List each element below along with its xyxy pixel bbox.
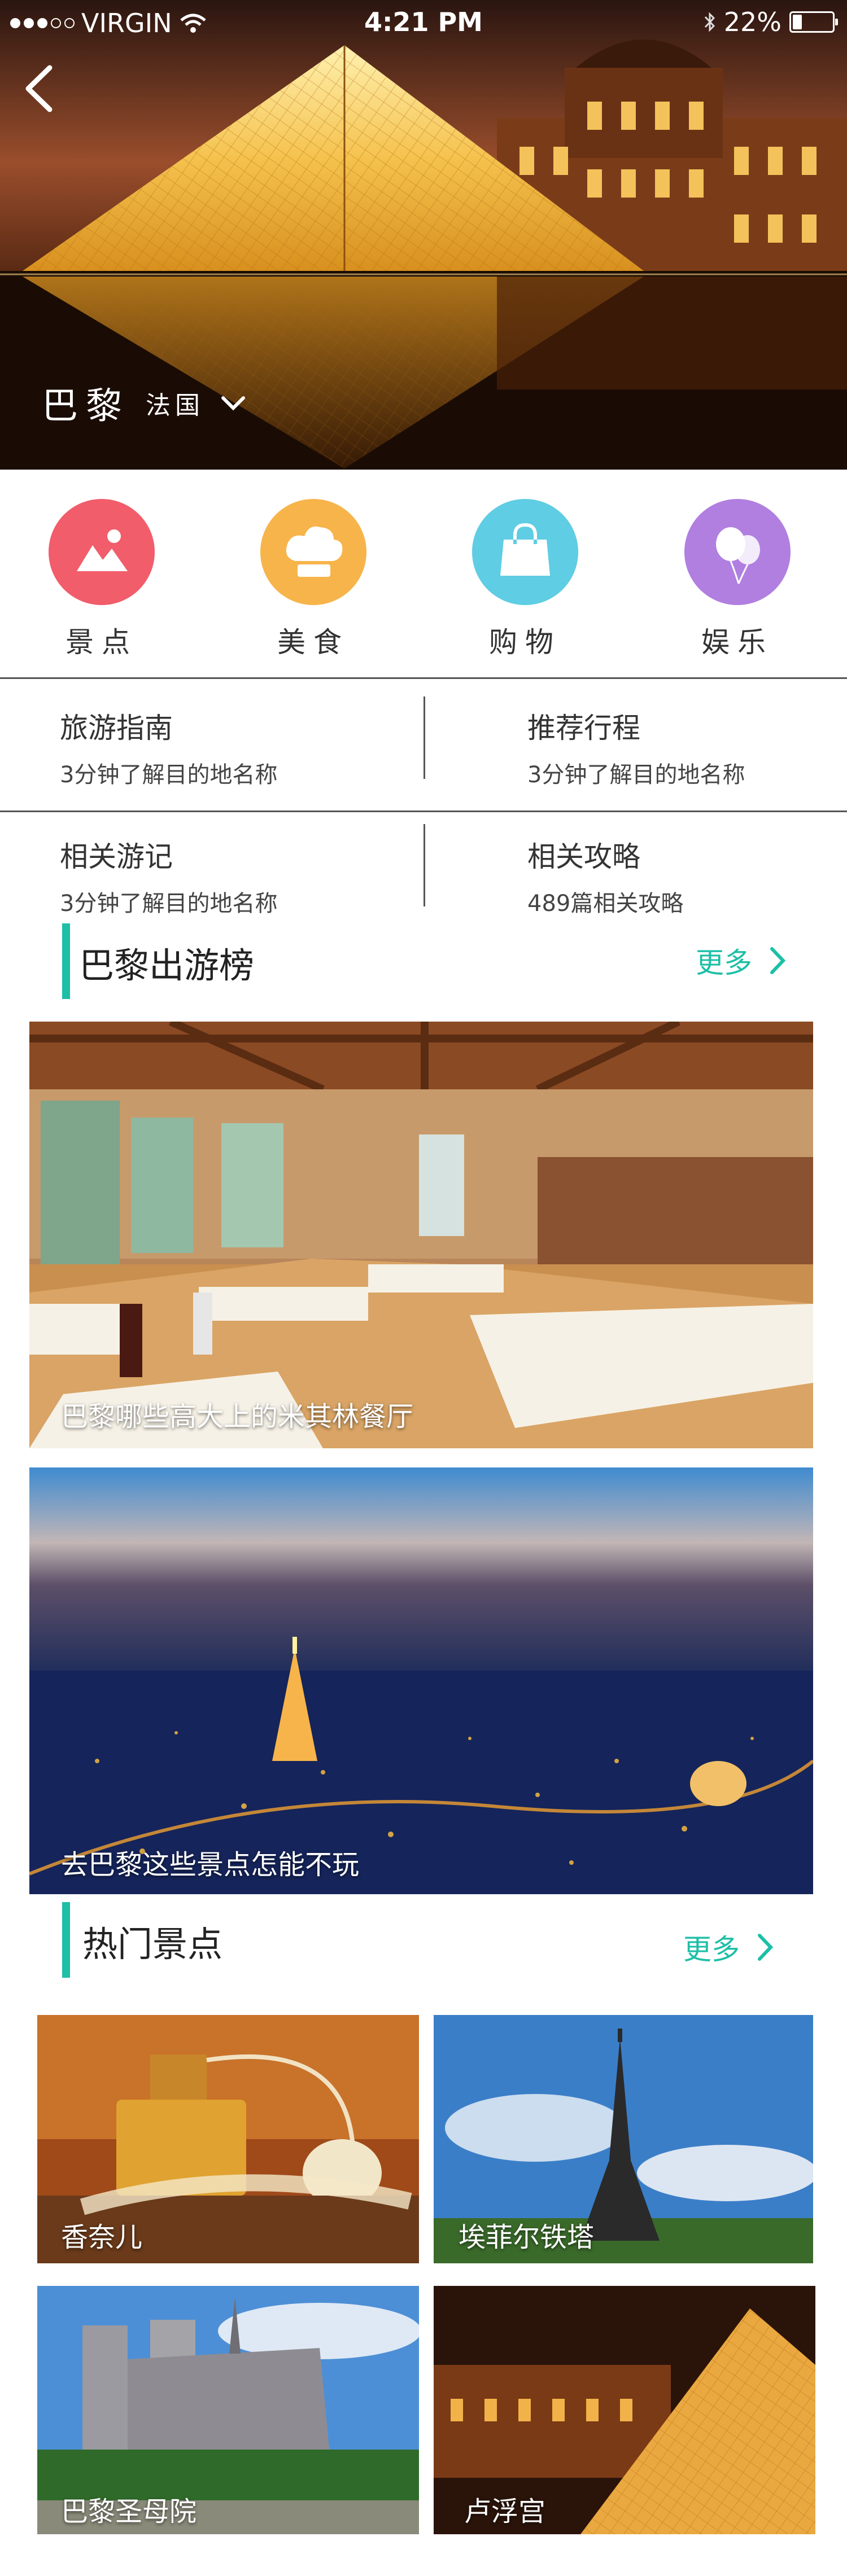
category-label: 美食	[277, 626, 350, 659]
back-arrow-icon[interactable]	[20, 63, 60, 114]
chevron-right-icon	[758, 1934, 774, 1961]
hot-more-link[interactable]: 更多	[683, 1927, 774, 1968]
card-caption: 香奈儿	[61, 2222, 143, 2253]
balloon-icon	[684, 499, 791, 605]
info-subtitle: 489篇相关攻略	[527, 891, 684, 917]
info-title: 相关攻略	[527, 840, 640, 873]
chef-hat-icon	[260, 499, 366, 605]
battery-percent: 22%	[723, 7, 781, 37]
hot-card-louvre[interactable]: 卢浮宫	[434, 2286, 815, 2534]
category-food[interactable]: 美食	[251, 499, 376, 660]
info-recommended-itinerary[interactable]: 推荐行程 3分钟了解目的地名称	[527, 706, 745, 789]
category-label: 景点	[66, 626, 138, 659]
section-title: 巴黎出游榜	[79, 945, 255, 986]
section-title: 热门景点	[82, 1924, 223, 1965]
category-entertainment[interactable]: 娱乐	[675, 499, 800, 660]
restaurant-photo	[29, 1022, 813, 1448]
shopping-bag-icon	[472, 499, 578, 605]
card-caption: 去巴黎这些景点怎能不玩	[61, 1849, 360, 1881]
info-related-guides[interactable]: 相关攻略 489篇相关攻略	[527, 834, 683, 918]
card-caption: 卢浮宫	[464, 2496, 546, 2527]
category-label: 购物	[489, 626, 561, 659]
category-label: 娱乐	[701, 626, 774, 659]
bluetooth-icon	[704, 12, 715, 32]
ranking-card-attractions[interactable]: 去巴黎这些景点怎能不玩	[29, 1467, 813, 1894]
city-name: 巴黎	[42, 385, 130, 427]
city-selector[interactable]: 巴黎 法国	[42, 377, 246, 429]
status-bar: VIRGIN 4:21 PM 22%	[0, 0, 847, 45]
section-accent-bar	[62, 923, 70, 999]
card-caption: 埃菲尔铁塔	[459, 2222, 595, 2253]
info-title: 推荐行程	[527, 712, 640, 744]
divider	[424, 696, 425, 779]
hot-card-eiffel-tower[interactable]: 埃菲尔铁塔	[434, 2015, 813, 2263]
divider	[0, 677, 847, 679]
info-travel-guide[interactable]: 旅游指南 3分钟了解目的地名称	[60, 706, 277, 789]
image-icon	[49, 499, 155, 605]
info-subtitle: 3分钟了解目的地名称	[527, 762, 745, 788]
battery-icon	[789, 11, 838, 33]
more-label: 更多	[683, 1933, 740, 1966]
chevron-right-icon	[770, 947, 786, 974]
info-title: 旅游指南	[60, 712, 173, 744]
hot-card-chanel[interactable]: 香奈儿	[37, 2015, 419, 2263]
ranking-card-restaurants[interactable]: 巴黎哪些高大上的米其林餐厅	[29, 1022, 813, 1448]
category-attractions[interactable]: 景点	[40, 499, 164, 660]
section-accent-bar	[62, 1902, 70, 1978]
divider	[0, 811, 847, 812]
country-name: 法国	[146, 391, 204, 420]
info-title: 相关游记	[60, 840, 173, 873]
info-travel-notes[interactable]: 相关游记 3分钟了解目的地名称	[60, 834, 277, 918]
info-subtitle: 3分钟了解目的地名称	[60, 762, 278, 788]
card-caption: 巴黎圣母院	[61, 2496, 197, 2527]
category-shopping[interactable]: 购物	[463, 499, 587, 660]
chevron-down-icon	[221, 396, 245, 411]
info-subtitle: 3分钟了解目的地名称	[60, 891, 278, 917]
paris-night-photo	[29, 1467, 813, 1894]
hot-card-notre-dame[interactable]: 巴黎圣母院	[37, 2286, 419, 2534]
card-caption: 巴黎哪些高大上的米其林餐厅	[61, 1401, 414, 1432]
more-label: 更多	[696, 947, 752, 979]
divider	[424, 824, 425, 906]
ranking-more-link[interactable]: 更多	[696, 940, 786, 981]
